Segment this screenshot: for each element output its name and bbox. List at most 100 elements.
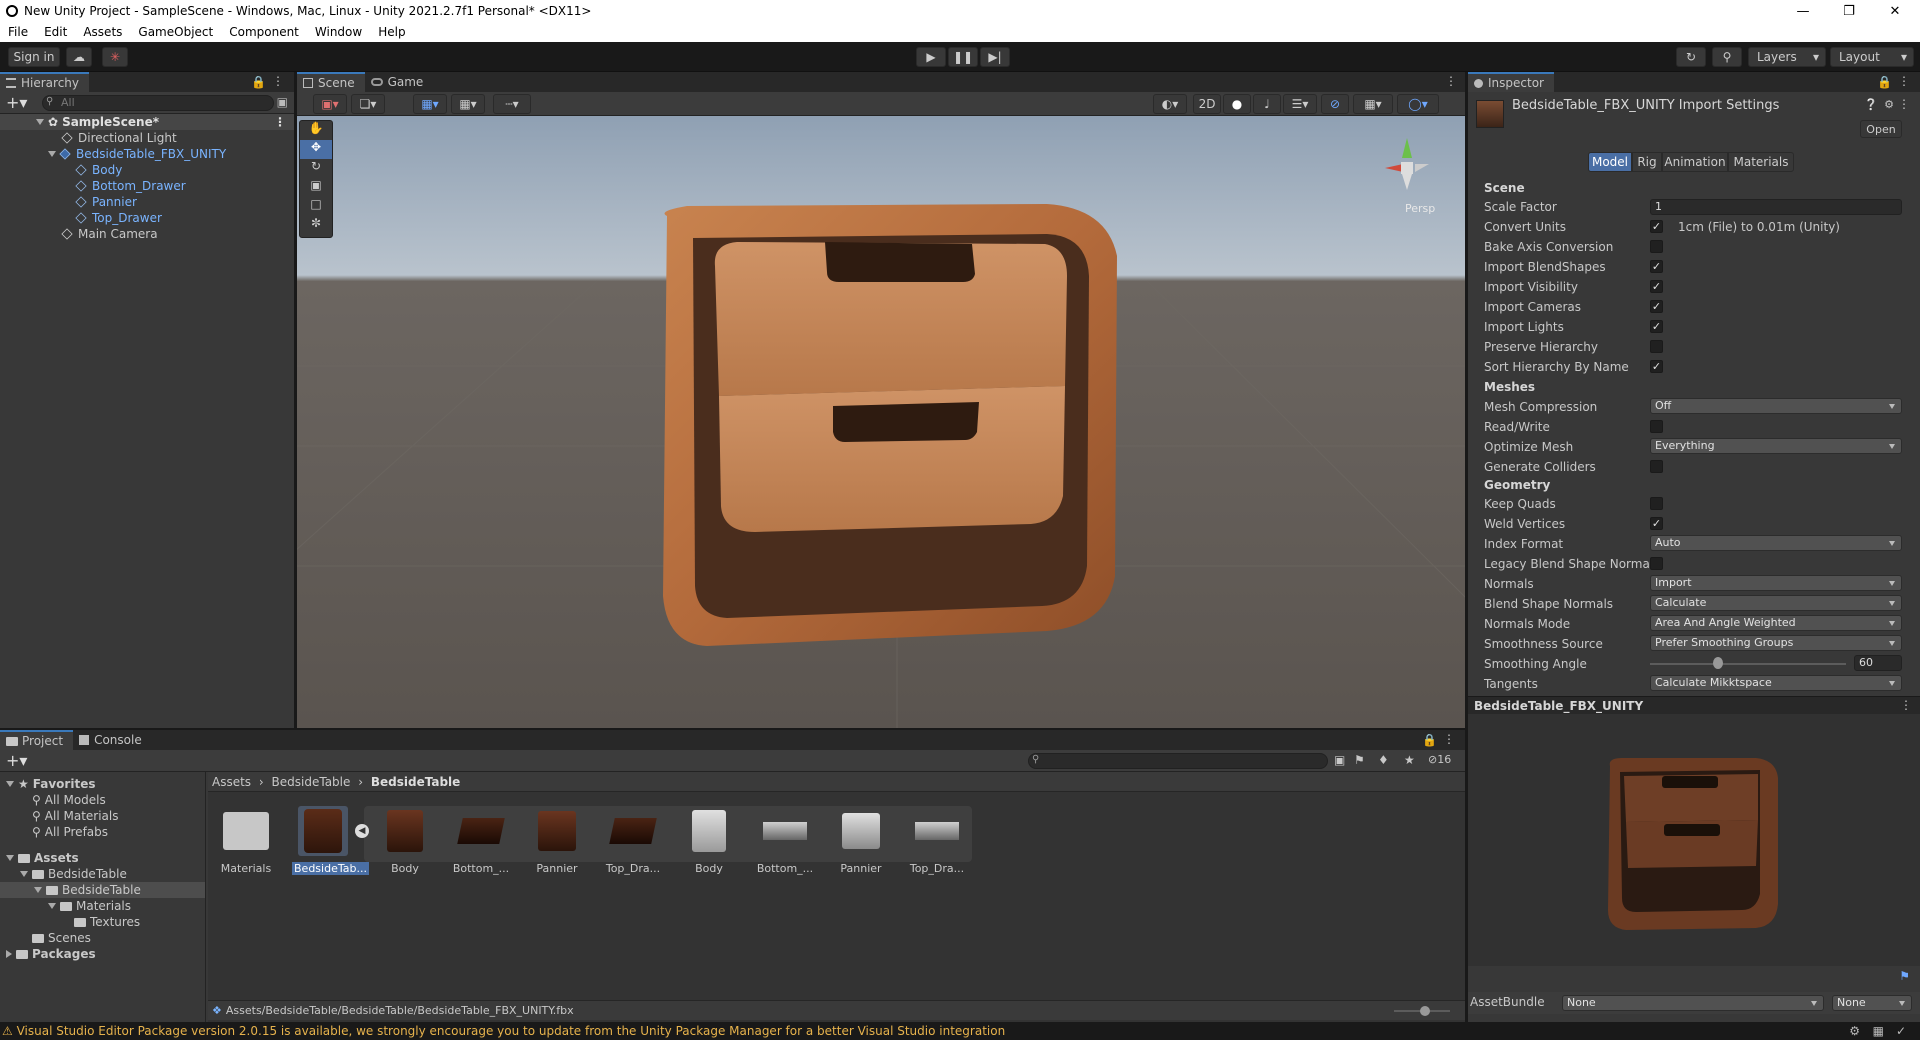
close-button[interactable]: ✕ [1872,0,1918,22]
tab-animation[interactable]: Animation [1662,152,1728,172]
add-icon[interactable]: +▾ [6,93,27,112]
hierarchy-item-bedsidetable[interactable]: BedsideTable_FBX_UNITY [0,146,294,162]
thumbnail-size-handle[interactable] [1420,1006,1430,1016]
tag-icon[interactable]: ♦ [1378,753,1389,767]
orientation-gizmo[interactable] [1357,128,1457,208]
tree-scenes[interactable]: Scenes [0,930,205,946]
asset-pannier-mesh[interactable]: Pannier [526,806,588,875]
breadcrumb-current[interactable]: BedsideTable [371,775,460,789]
assetbundle-variant-dropdown[interactable]: None [1832,995,1912,1011]
search-by-type-icon[interactable]: ▣ [1334,753,1345,767]
asset-materials-folder[interactable]: Materials [215,806,277,875]
expand-arrow-icon[interactable] [36,119,44,125]
asset-top-prefab[interactable]: Top_Dra... [906,806,968,875]
asset-body-mesh[interactable]: Body [374,806,436,875]
tab-rig[interactable]: Rig [1632,152,1662,172]
layers-dropdown[interactable]: Layers ▾ [1748,47,1826,67]
lock-icon[interactable]: 🔒 [251,75,266,89]
progress-icon[interactable]: ✓ [1896,1022,1906,1040]
hierarchy-item-pannier[interactable]: Pannier [0,194,294,210]
search-by-label-icon[interactable]: ⚑ [1354,753,1365,767]
align-icon[interactable]: ┄▾ [493,94,531,114]
favorites-node[interactable]: ★ Favorites [0,776,205,792]
smoothing-angle-input[interactable]: 60 [1854,655,1902,671]
optimize-mesh-dropdown[interactable]: Everything [1650,438,1902,454]
hierarchy-scene-row[interactable]: ✿ SampleScene* ⋮ [0,114,294,130]
sign-in-button[interactable]: Sign in [8,47,60,67]
minimize-button[interactable]: — [1780,0,1826,22]
preview-header[interactable]: BedsideTable_FBX_UNITY ⋮ [1468,696,1920,714]
breadcrumb-bedsidetable[interactable]: BedsideTable [272,775,351,789]
tree-bedsidetable-sub[interactable]: BedsideTable [0,882,205,898]
menu-help[interactable]: Help [370,25,413,39]
scale-factor-input[interactable]: 1 [1650,199,1902,215]
shading-icon[interactable]: ◐▾ [1153,94,1187,114]
debug-icon[interactable]: ⚙ [1849,1022,1860,1040]
tab-scene[interactable]: Scene [297,72,365,92]
hierarchy-item-bottom-drawer[interactable]: Bottom_Drawer [0,178,294,194]
hidden-objects-icon[interactable]: ⊘ [1321,94,1349,114]
hierarchy-item-top-drawer[interactable]: Top_Drawer [0,210,294,226]
asset-bottom-prefab[interactable]: Bottom_... [754,806,816,875]
index-format-dropdown[interactable]: Auto [1650,535,1902,551]
smoothness-source-dropdown[interactable]: Prefer Smoothing Groups [1650,635,1902,651]
tangents-dropdown[interactable]: Calculate Mikktspace [1650,675,1902,691]
rotate-tool-icon[interactable]: ↻ [300,159,332,178]
settings-icon[interactable]: ⚙ [1884,98,1894,111]
menu-window[interactable]: Window [307,25,370,39]
collapse-group-icon[interactable]: ◀ [355,824,369,838]
transform-tool-icon[interactable]: ✼ [300,216,332,235]
expand-arrow-icon[interactable] [48,151,56,157]
tree-packages[interactable]: Packages [0,946,205,962]
smoothing-angle-slider-track[interactable] [1650,663,1846,665]
perspective-label[interactable]: Persp [1405,202,1435,215]
expand-arrow-icon[interactable] [34,887,42,893]
pause-button[interactable]: ❚❚ [948,47,978,67]
move-tool-icon[interactable]: ✥ [300,140,332,159]
restore-button[interactable]: ❐ [1826,0,1872,22]
smoothing-angle-slider-handle[interactable] [1713,657,1723,669]
convert-units-checkbox[interactable]: ✓ [1650,220,1663,233]
scene-viewport[interactable]: ✋ ✥ ↻ ▣ □ ✼ Persp [297,116,1465,728]
camera-settings-icon[interactable]: ▦▾ [1353,94,1393,114]
hierarchy-search-input[interactable]: All [42,95,274,111]
asset-body-prefab[interactable]: Body [678,806,740,875]
tree-materials[interactable]: Materials [0,898,205,914]
effects-icon[interactable]: ☰▾ [1283,94,1317,114]
import-visibility-checkbox[interactable]: ✓ [1650,280,1663,293]
favorite-star-icon[interactable]: ★ [1404,753,1415,767]
preserve-hierarchy-checkbox[interactable] [1650,340,1663,353]
hidden-packages-icon[interactable]: ⊘16 [1428,753,1451,766]
expand-arrow-icon[interactable] [6,781,14,787]
gizmos-icon[interactable]: ◯▾ [1397,94,1439,114]
tab-hierarchy[interactable]: Hierarchy [0,72,90,92]
scene-visibility-icon[interactable]: ▣ [277,95,288,109]
normals-dropdown[interactable]: Import [1650,575,1902,591]
kebab-menu-icon[interactable]: ⋮ [1898,97,1910,111]
tab-project[interactable]: Project [0,730,74,750]
cloud-icon[interactable]: ☁ [66,47,92,67]
kebab-menu-icon[interactable]: ⋮ [1898,74,1910,88]
tree-assets[interactable]: Assets [0,850,205,866]
expand-arrow-icon[interactable] [48,903,56,909]
help-icon[interactable]: ❔ [1864,98,1878,111]
menu-edit[interactable]: Edit [36,25,75,39]
normals-mode-dropdown[interactable]: Area And Angle Weighted [1650,615,1902,631]
assetbundle-dropdown[interactable]: None [1562,995,1824,1011]
favorite-all-prefabs[interactable]: ⚲ All Prefabs [0,824,205,840]
asset-top-drawer-mesh[interactable]: Top_Dra... [602,806,664,875]
tab-inspector[interactable]: Inspector [1468,72,1554,92]
collab-icon[interactable]: ✳ [102,47,128,67]
draw-mode-icon[interactable]: ▣▾ [313,94,347,114]
bake-axis-checkbox[interactable] [1650,240,1663,253]
2d-toggle-button[interactable]: 2D [1193,94,1221,114]
label-tag-icon[interactable]: ⚑ [1899,969,1910,983]
step-button[interactable]: ▶| [980,47,1010,67]
tree-bedsidetable[interactable]: BedsideTable [0,866,205,882]
scale-tool-icon[interactable]: ▣ [300,178,332,197]
lock-icon[interactable]: 🔒 [1422,733,1437,747]
hierarchy-item-body[interactable]: Body [0,162,294,178]
kebab-menu-icon[interactable]: ⋮ [1443,732,1455,746]
preview-area[interactable] [1468,714,1920,966]
weld-vertices-checkbox[interactable]: ✓ [1650,517,1663,530]
